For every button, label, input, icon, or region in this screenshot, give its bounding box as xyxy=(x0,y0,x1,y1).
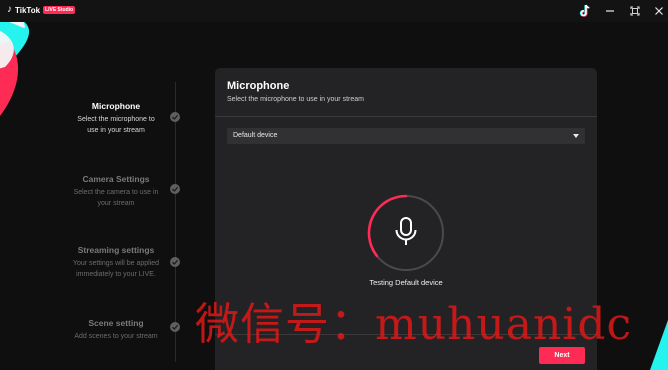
panel-subtitle: Select the microphone to use in your str… xyxy=(227,96,364,103)
microphone-icon xyxy=(395,217,417,245)
step-title: Scene setting xyxy=(88,318,144,328)
minimize-icon[interactable] xyxy=(597,0,623,22)
app-name: TikTok xyxy=(15,5,41,15)
check-icon xyxy=(170,112,180,122)
check-icon xyxy=(170,257,180,267)
microphone-device-select[interactable]: Default device xyxy=(227,128,585,144)
step-scene-setting[interactable]: Scene setting Add scenes to your stream xyxy=(60,318,172,342)
panel-title: Microphone xyxy=(227,80,290,92)
tiktok-note-icon: ♪ xyxy=(7,4,12,15)
step-description: Select the camera to use in your stream xyxy=(73,189,159,207)
step-description: Select the microphone to use in your str… xyxy=(77,116,155,134)
step-streaming-settings[interactable]: Streaming settings Your settings will be… xyxy=(60,245,172,280)
divider xyxy=(215,116,597,117)
decorative-shape xyxy=(640,300,668,370)
watermark-text: 微信号：muhuanidc xyxy=(195,299,633,350)
setup-steps: Microphone Select the microphone to use … xyxy=(60,0,190,370)
step-title: Streaming settings xyxy=(77,245,155,255)
maximize-icon[interactable] xyxy=(622,0,648,22)
mic-level-ring xyxy=(367,194,444,271)
close-icon[interactable] xyxy=(646,0,668,22)
dropdown-arrow-icon xyxy=(573,134,579,138)
check-icon xyxy=(170,322,180,332)
step-camera-settings[interactable]: Camera Settings Select the camera to use… xyxy=(60,174,172,209)
check-icon xyxy=(170,184,180,194)
step-microphone[interactable]: Microphone Select the microphone to use … xyxy=(60,101,172,136)
select-value: Default device xyxy=(233,132,278,139)
step-title: Camera Settings xyxy=(82,174,150,184)
testing-status: Testing Default device xyxy=(369,278,443,287)
step-description: Add scenes to your stream xyxy=(74,333,158,340)
tiktok-note-icon[interactable] xyxy=(572,0,598,22)
step-title: Microphone xyxy=(91,101,141,111)
step-description: Your settings will be applied immediatel… xyxy=(72,260,160,278)
